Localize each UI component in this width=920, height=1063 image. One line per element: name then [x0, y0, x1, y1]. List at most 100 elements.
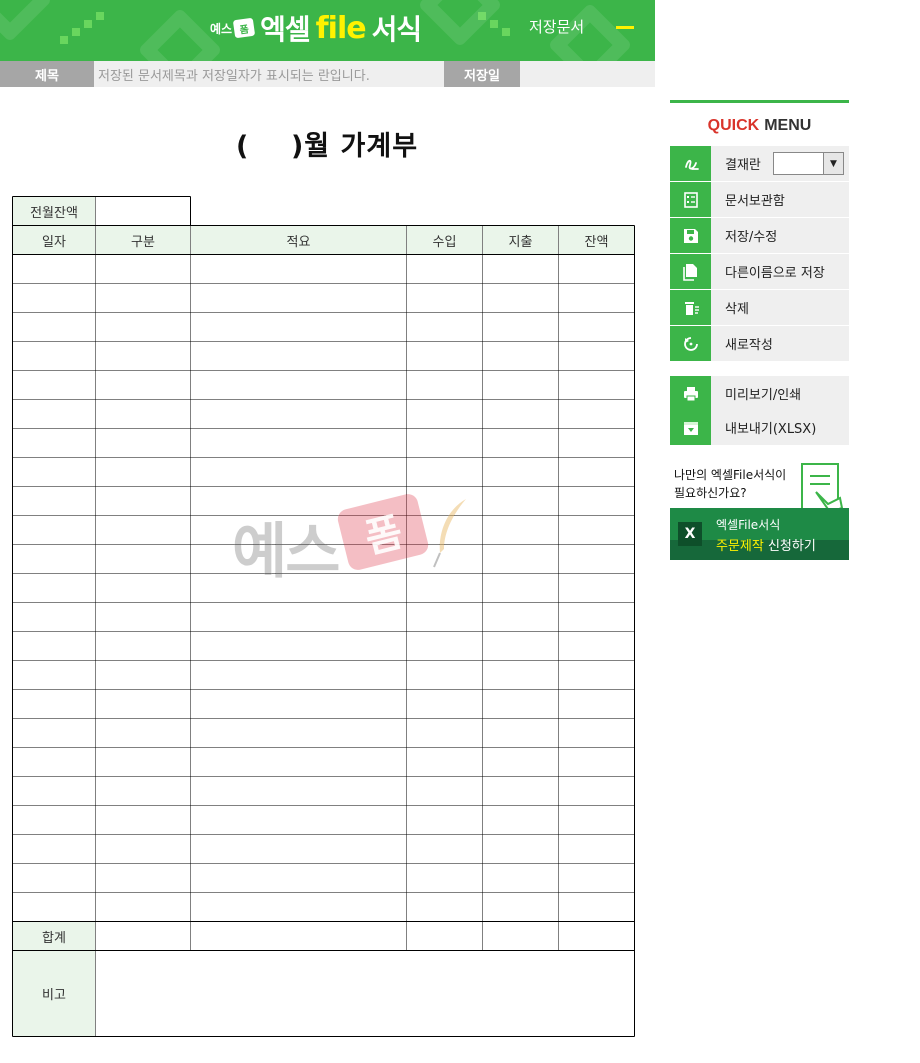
table-cell[interactable] [483, 371, 558, 399]
table-cell[interactable] [13, 429, 95, 457]
table-cell[interactable] [191, 893, 406, 921]
table-cell[interactable] [96, 313, 190, 341]
table-cell[interactable] [13, 458, 95, 486]
table-cell[interactable] [407, 603, 482, 631]
total-cell[interactable] [96, 922, 190, 950]
table-cell[interactable] [13, 777, 95, 805]
table-cell[interactable] [191, 516, 406, 544]
table-cell[interactable] [96, 690, 190, 718]
table-cell[interactable] [13, 516, 95, 544]
quick-menu-item[interactable]: 새로작성 [670, 326, 849, 361]
total-cell[interactable] [559, 922, 634, 950]
table-cell[interactable] [483, 719, 558, 747]
table-cell[interactable] [483, 516, 558, 544]
total-cell[interactable] [407, 922, 482, 950]
total-cell[interactable] [191, 922, 406, 950]
table-cell[interactable] [483, 806, 558, 834]
table-cell[interactable] [559, 342, 634, 370]
table-cell[interactable] [483, 777, 558, 805]
saved-documents-link[interactable]: 저장문서 [529, 16, 584, 37]
table-cell[interactable] [559, 429, 634, 457]
table-cell[interactable] [13, 342, 95, 370]
table-cell[interactable] [483, 864, 558, 892]
table-cell[interactable] [96, 487, 190, 515]
table-cell[interactable] [191, 777, 406, 805]
table-cell[interactable] [191, 429, 406, 457]
table-cell[interactable] [559, 255, 634, 283]
table-cell[interactable] [407, 516, 482, 544]
table-cell[interactable] [191, 545, 406, 573]
table-cell[interactable] [483, 313, 558, 341]
table-cell[interactable] [559, 545, 634, 573]
table-cell[interactable] [559, 777, 634, 805]
total-cell[interactable] [483, 922, 558, 950]
table-cell[interactable] [191, 632, 406, 660]
table-cell[interactable] [191, 864, 406, 892]
table-cell[interactable] [191, 835, 406, 863]
table-cell[interactable] [559, 458, 634, 486]
table-cell[interactable] [96, 661, 190, 689]
quick-menu-item[interactable]: 저장/수정 [670, 218, 849, 253]
chevron-down-icon[interactable]: ▼ [823, 153, 843, 174]
note-cell[interactable] [96, 951, 634, 1036]
table-cell[interactable] [407, 893, 482, 921]
table-cell[interactable] [96, 342, 190, 370]
quick-menu-item[interactable]: 문서보관함 [670, 182, 849, 217]
table-cell[interactable] [191, 690, 406, 718]
table-cell[interactable] [483, 458, 558, 486]
quick-menu-item[interactable]: 결재란 ▼ [670, 146, 849, 181]
menu-toggle-icon[interactable] [616, 26, 634, 29]
table-cell[interactable] [559, 516, 634, 544]
table-cell[interactable] [483, 429, 558, 457]
table-cell[interactable] [13, 661, 95, 689]
document-title-field[interactable]: 저장된 문서제목과 저장일자가 표시되는 란입니다. [98, 65, 370, 84]
table-cell[interactable] [559, 313, 634, 341]
table-cell[interactable] [407, 835, 482, 863]
table-cell[interactable] [191, 458, 406, 486]
table-cell[interactable] [407, 342, 482, 370]
table-cell[interactable] [96, 893, 190, 921]
table-cell[interactable] [407, 458, 482, 486]
table-cell[interactable] [191, 400, 406, 428]
table-cell[interactable] [96, 400, 190, 428]
table-cell[interactable] [407, 777, 482, 805]
table-cell[interactable] [13, 400, 95, 428]
table-cell[interactable] [407, 690, 482, 718]
table-cell[interactable] [96, 603, 190, 631]
table-cell[interactable] [559, 661, 634, 689]
table-cell[interactable] [191, 371, 406, 399]
table-cell[interactable] [407, 429, 482, 457]
table-cell[interactable] [407, 806, 482, 834]
table-cell[interactable] [407, 864, 482, 892]
table-cell[interactable] [407, 545, 482, 573]
table-cell[interactable] [96, 719, 190, 747]
table-cell[interactable] [483, 342, 558, 370]
table-cell[interactable] [407, 284, 482, 312]
table-cell[interactable] [483, 748, 558, 776]
table-cell[interactable] [483, 400, 558, 428]
table-cell[interactable] [559, 690, 634, 718]
table-cell[interactable] [13, 806, 95, 834]
table-cell[interactable] [483, 487, 558, 515]
table-cell[interactable] [559, 400, 634, 428]
table-cell[interactable] [483, 574, 558, 602]
table-cell[interactable] [13, 313, 95, 341]
table-cell[interactable] [559, 284, 634, 312]
table-cell[interactable] [13, 371, 95, 399]
table-cell[interactable] [96, 545, 190, 573]
table-cell[interactable] [191, 719, 406, 747]
table-cell[interactable] [407, 719, 482, 747]
table-cell[interactable] [96, 632, 190, 660]
table-cell[interactable] [407, 313, 482, 341]
table-cell[interactable] [96, 748, 190, 776]
table-cell[interactable] [96, 255, 190, 283]
approval-select[interactable]: ▼ [773, 152, 844, 175]
table-cell[interactable] [96, 777, 190, 805]
table-cell[interactable] [13, 574, 95, 602]
table-cell[interactable] [13, 632, 95, 660]
prev-balance-cell[interactable] [96, 197, 190, 225]
table-cell[interactable] [407, 632, 482, 660]
table-cell[interactable] [559, 371, 634, 399]
table-cell[interactable] [483, 545, 558, 573]
table-cell[interactable] [483, 835, 558, 863]
